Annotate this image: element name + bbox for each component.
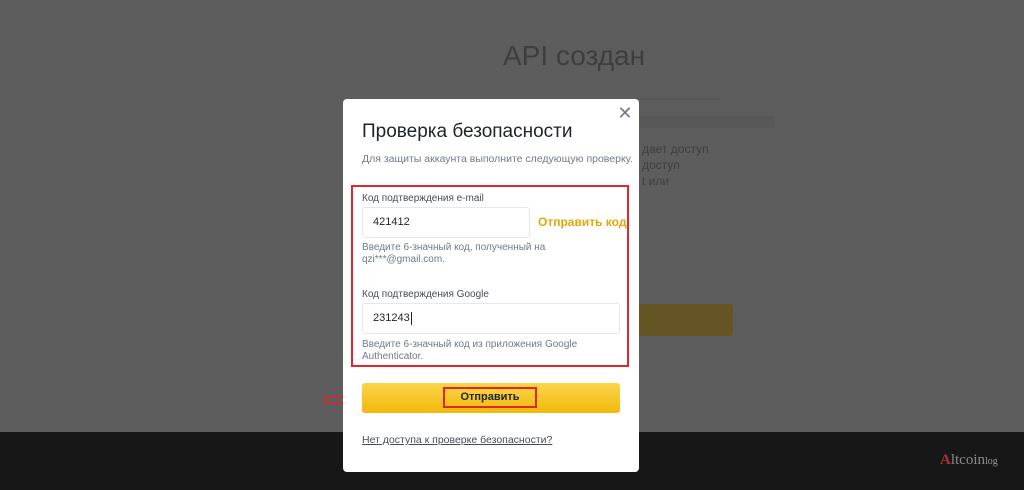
- background-text: доступ: [642, 158, 680, 172]
- background-divider: [640, 98, 720, 100]
- modal-title: Проверка безопасности: [362, 121, 573, 142]
- background-title: API создан: [503, 40, 646, 71]
- google-code-hint: Введите 6-значный код из приложения Goog…: [362, 339, 578, 362]
- watermark-suffix: log: [985, 456, 998, 467]
- submit-button[interactable]: Отправить: [362, 383, 620, 413]
- email-code-input[interactable]: 421412: [362, 207, 530, 238]
- modal-subtitle: Для защиты аккаунта выполните следующую …: [362, 153, 633, 165]
- no-access-link[interactable]: Нет доступа к проверке безопасности?: [362, 434, 552, 446]
- background-button: [636, 304, 733, 336]
- background-text: дает доступ: [642, 142, 709, 156]
- google-code-input[interactable]: 231243: [362, 303, 620, 334]
- security-verification-modal: ✕ Проверка безопасности Для защиты аккау…: [343, 99, 639, 472]
- email-code-hint: Введите 6-значный код, полученный на qzi…: [362, 242, 546, 265]
- background-input: [640, 116, 775, 128]
- text-caret: [410, 311, 412, 325]
- watermark-letter: A: [940, 452, 951, 468]
- google-code-value: 231243: [373, 312, 410, 324]
- email-code-label: Код подтверждения e-mail: [362, 193, 484, 204]
- close-icon[interactable]: ✕: [617, 104, 633, 122]
- submit-button-label: Отправить: [443, 387, 537, 408]
- watermark-text: ltcoin: [950, 452, 986, 468]
- watermark-logo: Altcoinlog: [940, 452, 998, 469]
- email-code-value: 421412: [373, 216, 410, 228]
- background-text: t или: [642, 174, 670, 188]
- google-code-label: Код подтверждения Google: [362, 289, 489, 300]
- send-code-button[interactable]: Отправить код: [538, 207, 626, 238]
